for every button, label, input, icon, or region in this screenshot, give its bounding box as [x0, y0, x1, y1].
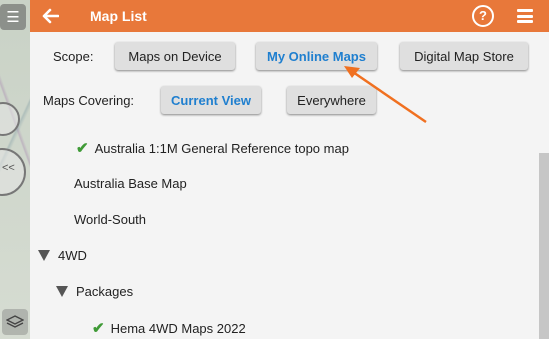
- annotation-arrow: [344, 66, 427, 124]
